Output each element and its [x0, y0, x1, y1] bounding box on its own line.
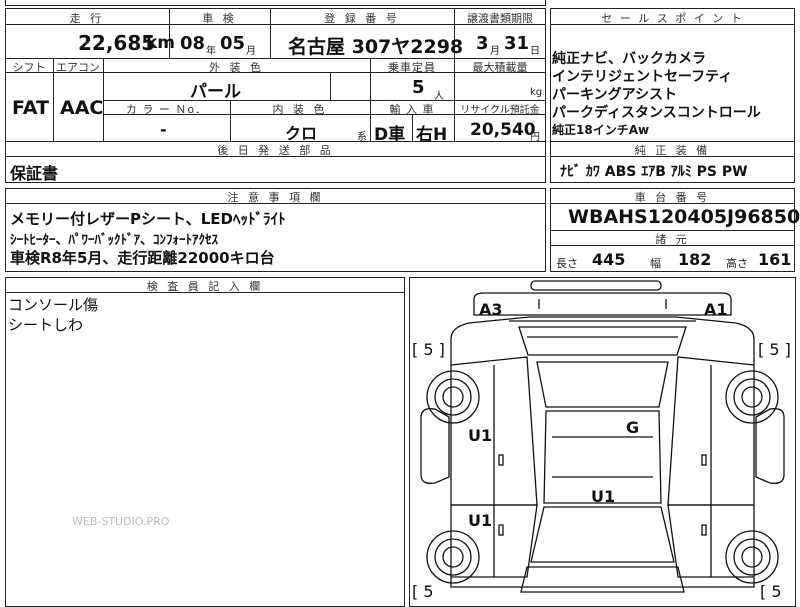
inspection-year-unit: 年	[206, 46, 216, 57]
selling-points-header: セ ー ル ス ポ イ ン ト	[601, 12, 744, 25]
inspection-month-unit: 月	[246, 46, 256, 57]
selling-point-line: インテリジェントセーフティ	[552, 69, 733, 85]
inspection-month: 05	[220, 33, 246, 54]
width-value: 182	[678, 250, 712, 269]
chassis-header: 車 台 番 号	[634, 191, 711, 204]
notes-line: メモリー付レザーPシート、LEDﾍｯﾄﾞﾗｲﾄ	[10, 210, 286, 228]
registration-header: 登 録 番 号	[324, 12, 400, 25]
capacity-value: 5	[412, 77, 425, 98]
length-label: 長さ	[556, 257, 578, 270]
selling-point-line: パークディスタンスコントロール	[552, 105, 761, 121]
length-value: 445	[592, 250, 626, 269]
damage-mark-g-windshield: G	[626, 418, 640, 437]
color-no-header: カ ラ ー Ｎo．	[125, 103, 208, 116]
tire-grade-front-right: [ 5 ]	[758, 340, 791, 359]
notes-line: ｼｰﾄﾋｰﾀｰ、ﾊﾟﾜｰﾊﾞｯｸﾄﾞｱ、ｺﾝﾌｫｰﾄｱｸｾｽ	[10, 233, 219, 248]
damage-mark-a3: A3	[479, 300, 503, 319]
damage-mark-u1-roof: U1	[591, 487, 616, 506]
width-label: 幅	[650, 257, 661, 270]
mileage-header: 走 行	[69, 12, 105, 25]
inspector-line: コンソール傷	[8, 296, 99, 314]
inspection-year: 08	[180, 33, 206, 54]
mileage-value: 22,685	[78, 31, 156, 55]
watermark: WEB-STUDIO.PRO	[72, 515, 170, 528]
top-cut-row	[5, 0, 546, 6]
tire-grade-front-left: [ 5 ]	[412, 340, 445, 359]
height-value: 161	[758, 250, 792, 269]
import-header: 輸 入 車	[389, 103, 435, 116]
selling-point-line: パーキングアシスト	[552, 87, 678, 103]
transfer-month: 3	[476, 33, 489, 54]
recycle-fee-header: リサイクル預託金	[460, 105, 540, 116]
inspection-header: 車 検	[202, 12, 237, 25]
aircon-value: AAC	[60, 97, 104, 119]
chassis-value: WBAHS120405J96850	[568, 206, 800, 228]
transfer-day-unit: 日	[530, 46, 540, 57]
notes-line: 車検R8年5月、走行距離22000キロ台	[10, 249, 275, 267]
selling-point-line: 純正ナビ、バックカメラ	[552, 51, 706, 67]
height-label: 高さ	[726, 257, 748, 270]
selling-point-line: 純正18インチAw	[552, 123, 650, 137]
damage-mark-u1-left-upper: U1	[468, 426, 493, 445]
exterior-color-value: パール	[190, 82, 241, 102]
inspector-header: 検 査 員 記 入 欄	[146, 280, 264, 293]
equipment-value: ﾅﾋﾞ ｶﾜ ABS ｴｱB ｱﾙﾐ PS PW	[560, 164, 748, 180]
recycle-value: 20,540	[470, 120, 536, 140]
damage-mark-u1-left-lower: U1	[468, 511, 493, 530]
transfer-month-unit: 月	[490, 46, 500, 57]
later-parts-value: 保証書	[10, 164, 59, 183]
mileage-unit: km	[146, 33, 176, 53]
transfer-date: 31	[504, 33, 530, 54]
registration-value: 名古屋 307ヤ2298	[288, 36, 464, 58]
shift-value: FAT	[12, 97, 49, 119]
capacity-header: 乗車定員	[388, 61, 436, 74]
max-load-unit: kg	[530, 87, 543, 98]
tire-grade-rear-left: [ 5	[412, 582, 434, 601]
color-no-value: -	[160, 120, 167, 139]
aircon-header: エアコン	[56, 61, 100, 74]
inspector-line: シートしわ	[8, 316, 84, 334]
tire-grade-rear-right: [ 5	[760, 582, 782, 601]
shift-header: シフト	[12, 61, 46, 74]
interior-color-header: 内 装 色	[272, 103, 328, 116]
damage-mark-a1: A1	[704, 300, 728, 319]
transfer-deadline-header: 譲渡書類期限	[467, 12, 533, 25]
later-parts-header: 後 日 発 送 部 品	[217, 144, 334, 157]
max-load-header: 最大積載量	[472, 61, 528, 74]
equipment-header: 純 正 装 備	[634, 144, 711, 157]
vehicle-info-table	[5, 8, 546, 142]
notes-header: 注 意 事 項 欄	[227, 191, 324, 204]
dimensions-header: 諸 元	[655, 233, 690, 246]
